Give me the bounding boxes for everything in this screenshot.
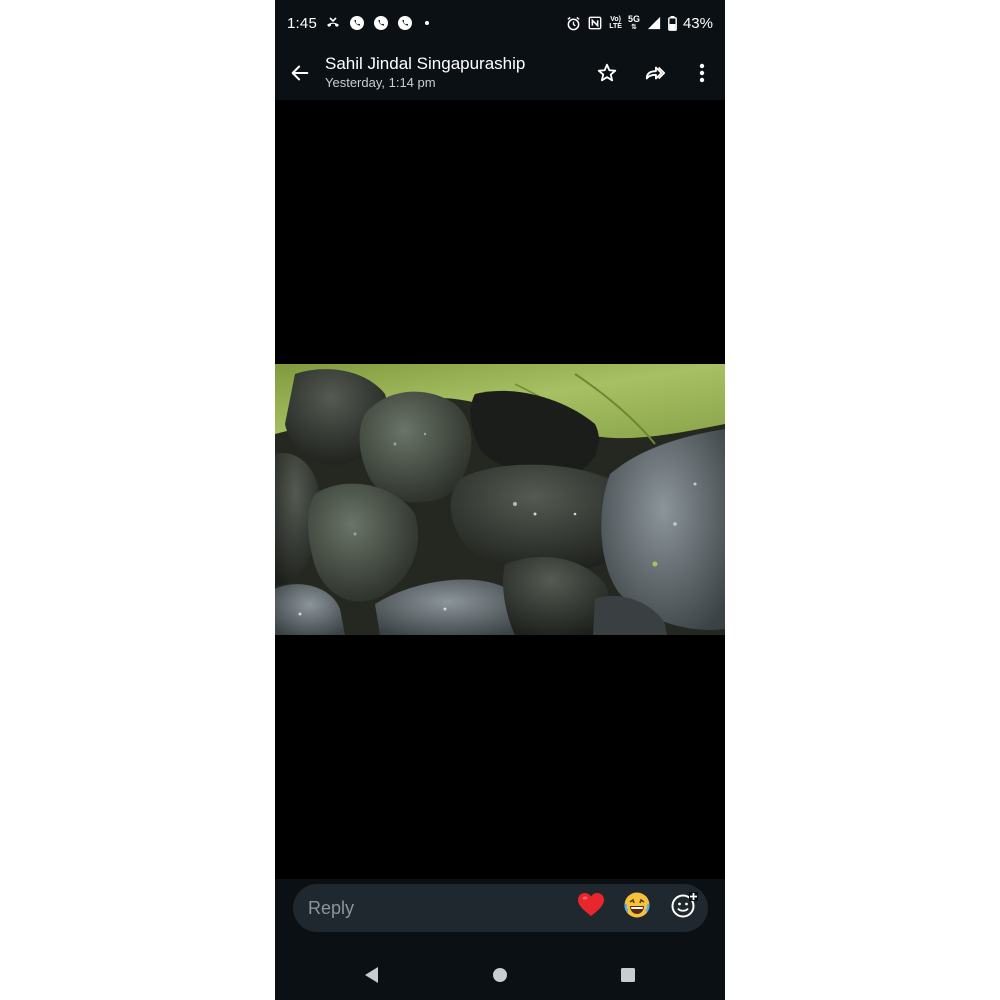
contact-name: Sahil Jindal Singapuraship: [325, 54, 526, 73]
lte-label: LTE: [609, 23, 622, 30]
more-options-button[interactable]: [679, 46, 725, 100]
forward-button[interactable]: [631, 46, 679, 100]
heart-reaction-button[interactable]: [577, 891, 605, 919]
5g-label: 5G: [627, 13, 640, 24]
forward-icon: [645, 66, 666, 80]
recents-square-icon: [621, 968, 635, 982]
whatsapp-icon: [397, 15, 413, 31]
missed-call-icon: [325, 15, 341, 31]
status-left: 1:45: [287, 15, 429, 32]
signal-icon: [646, 15, 662, 31]
add-reaction-button[interactable]: [670, 891, 698, 919]
star-icon: [597, 63, 617, 82]
alarm-icon: [565, 15, 581, 31]
back-triangle-icon: [365, 967, 378, 983]
status-bar: 1:45 Vo) LTE 5G ⇅ 43%: [275, 0, 725, 46]
laughing-emoji: [624, 892, 650, 918]
bottom-panel: [275, 879, 725, 1000]
notification-dot-icon: [425, 21, 429, 25]
title-block: Sahil Jindal Singapuraship Yesterday, 1:…: [325, 54, 583, 92]
more-vert-icon: [699, 63, 705, 83]
photo-of-rocks: [275, 364, 725, 635]
media-viewer-header: Sahil Jindal Singapuraship Yesterday, 1:…: [275, 46, 725, 100]
phone-screen: 1:45 Vo) LTE 5G ⇅ 43% Sahil Jindal Singa…: [275, 0, 725, 1000]
nfc-icon: [587, 15, 603, 31]
status-time: 1:45: [287, 14, 317, 32]
nav-home-button[interactable]: [490, 965, 510, 985]
home-circle-icon: [493, 968, 507, 982]
message-timestamp: Yesterday, 1:14 pm: [325, 75, 436, 90]
star-button[interactable]: [583, 46, 631, 100]
5g-arrows: ⇅: [631, 23, 637, 31]
volte-icon: Vo) LTE: [609, 16, 622, 30]
add-emoji-icon: [671, 892, 698, 918]
battery-percent: 43%: [682, 14, 713, 32]
laugh-reaction-button[interactable]: [623, 891, 651, 919]
media-image[interactable]: [275, 364, 725, 635]
heart-emoji: [578, 893, 604, 916]
back-arrow-icon: [291, 65, 309, 81]
status-right: Vo) LTE 5G ⇅ 43%: [565, 13, 713, 32]
back-button[interactable]: [275, 46, 325, 100]
5g-icon: 5G ⇅: [627, 13, 640, 31]
whatsapp-icon: [373, 15, 389, 31]
whatsapp-icon: [349, 15, 365, 31]
system-nav-bar: [275, 949, 725, 999]
volte-label: Vo): [610, 16, 621, 23]
nav-back-button[interactable]: [362, 965, 382, 985]
battery-icon: [668, 15, 677, 31]
reply-input[interactable]: [308, 897, 568, 919]
nav-recents-button[interactable]: [618, 965, 638, 985]
